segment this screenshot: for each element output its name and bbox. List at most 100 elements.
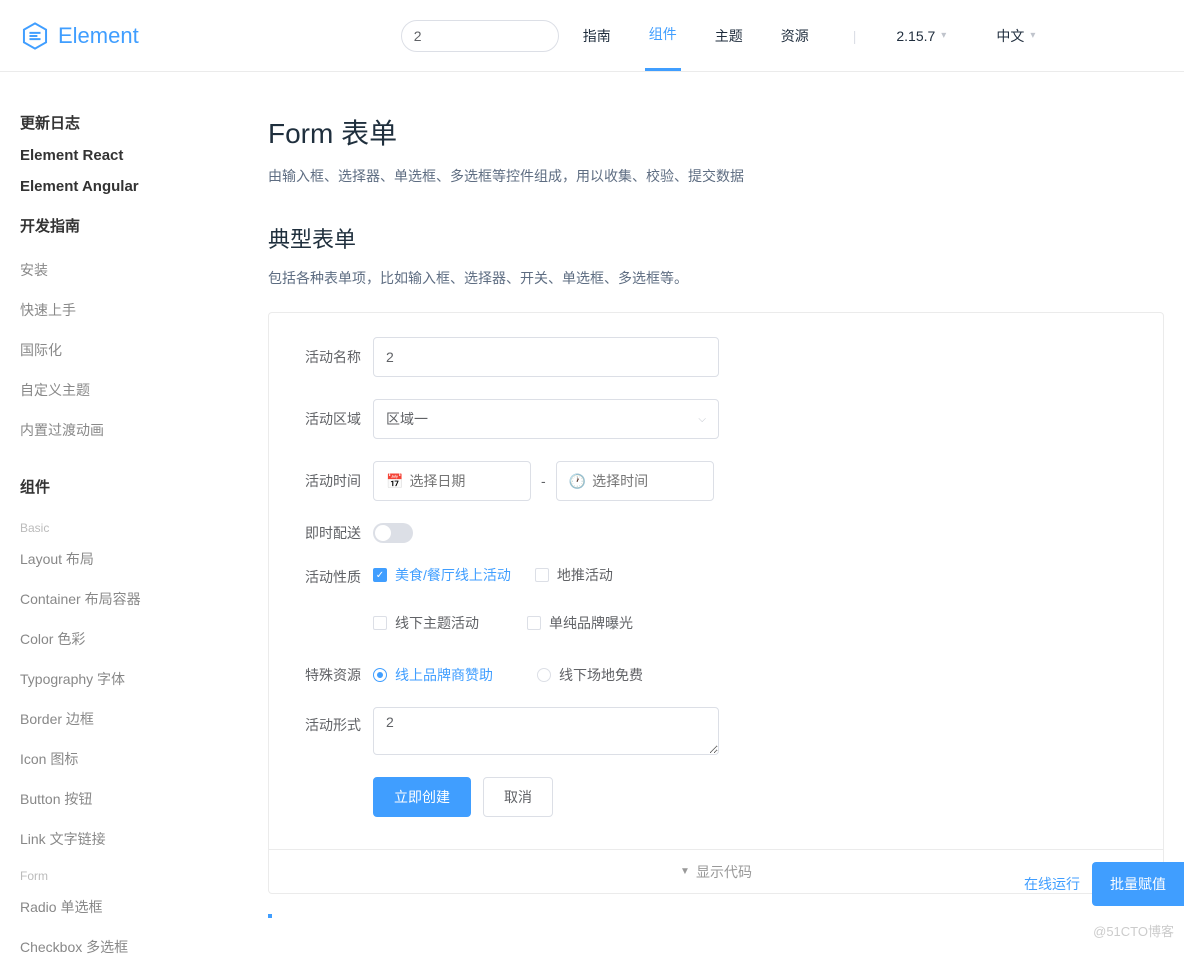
nav-component[interactable]: 组件 [645, 0, 681, 71]
nature-checkbox-4[interactable]: 单纯品牌曝光 [527, 613, 657, 633]
sidebar-item-changelog[interactable]: 更新日志 [20, 112, 268, 133]
nav-divider: | [853, 28, 857, 44]
nature-opt3-label: 线下主题活动 [395, 613, 479, 633]
version-dropdown[interactable]: 2.15.7 ▾ [896, 28, 946, 44]
nature-checkbox-1[interactable]: ✓ 美食/餐厅线上活动 [373, 565, 511, 585]
section-title: 典型表单 [268, 222, 1164, 254]
language-dropdown[interactable]: 中文 ▾ [996, 26, 1035, 46]
resource-radio-2[interactable]: 线下场地免费 [537, 665, 667, 685]
sidebar-item-link[interactable]: Link 文字链接 [20, 819, 268, 859]
region-select[interactable]: 区域一 ⌵ [373, 399, 719, 439]
demo-box: 活动名称 活动区域 区域一 ⌵ [268, 312, 1164, 894]
nav-theme[interactable]: 主题 [711, 2, 747, 70]
nav-guide[interactable]: 指南 [579, 2, 615, 70]
resource-radio-1[interactable]: 线上品牌商赞助 [373, 665, 503, 685]
section-desc: 包括各种表单项，比如输入框、选择器、开关、单选框、多选框等。 [268, 268, 1164, 288]
checkbox-icon [373, 616, 387, 630]
sidebar: 更新日志 Element React Element Angular 开发指南 … [20, 72, 268, 967]
container: 更新日志 Element React Element Angular 开发指南 … [0, 72, 1184, 967]
form-row-nature: 活动性质 ✓ 美食/餐厅线上活动 地推活动 [293, 565, 1139, 643]
checkbox-icon [527, 616, 541, 630]
nature-opt2-label: 地推活动 [557, 565, 613, 585]
sidebar-item-react[interactable]: Element React [20, 147, 268, 164]
language-label: 中文 [996, 26, 1024, 46]
time-label: 活动时间 [293, 471, 373, 491]
resource-opt2-label: 线下场地免费 [559, 665, 643, 685]
region-value: 区域一 [386, 409, 428, 429]
form-row-name: 活动名称 [293, 337, 1139, 377]
sidebar-item-color[interactable]: Color 色彩 [20, 619, 268, 659]
checkbox-icon [535, 568, 549, 582]
sidebar-section-devguide: 开发指南 [20, 215, 268, 236]
time-input[interactable] [592, 473, 773, 489]
chevron-down-icon: ▾ [1030, 30, 1035, 41]
show-code-label: 显示代码 [696, 862, 752, 882]
nature-label: 活动性质 [293, 565, 373, 587]
desc-textarea[interactable] [373, 707, 719, 755]
sidebar-item-layout[interactable]: Layout 布局 [20, 539, 268, 579]
watermark: @51CTO博客 [1093, 921, 1174, 940]
delivery-switch[interactable] [373, 523, 413, 543]
form-row-buttons: 立即创建 取消 [293, 777, 1139, 817]
sidebar-item-i18n[interactable]: 国际化 [20, 330, 268, 370]
sidebar-item-transition[interactable]: 内置过渡动画 [20, 410, 268, 450]
radio-icon [537, 668, 551, 682]
sidebar-group-form: Form [20, 859, 268, 887]
sidebar-item-typography[interactable]: Typography 字体 [20, 659, 268, 699]
nature-opt4-label: 单纯品牌曝光 [549, 613, 633, 633]
nature-checkbox-3[interactable]: 线下主题活动 [373, 613, 503, 633]
sidebar-item-radio[interactable]: Radio 单选框 [20, 887, 268, 927]
batch-assign-button[interactable]: 批量赋值 [1092, 862, 1184, 906]
date-separator: - [541, 473, 546, 489]
progress-indicator [268, 914, 272, 918]
sidebar-item-angular[interactable]: Element Angular [20, 178, 268, 195]
sidebar-item-quickstart[interactable]: 快速上手 [20, 290, 268, 330]
time-picker[interactable]: 🕐 [556, 461, 714, 501]
name-input-wrapper [373, 337, 719, 377]
cancel-button[interactable]: 取消 [483, 777, 553, 817]
submit-button[interactable]: 立即创建 [373, 777, 471, 817]
sidebar-item-button[interactable]: Button 按钮 [20, 779, 268, 819]
header: Element 指南 组件 主题 资源 | 2.15.7 ▾ 中文 ▾ [0, 0, 1184, 72]
radio-icon [373, 668, 387, 682]
element-logo-icon [20, 21, 50, 51]
search-input[interactable] [401, 20, 559, 52]
demo-body: 活动名称 活动区域 区域一 ⌵ [269, 313, 1163, 849]
resource-label: 特殊资源 [293, 665, 373, 685]
checkbox-icon: ✓ [373, 568, 387, 582]
chevron-down-icon: ⌵ [698, 414, 706, 425]
desc-label: 活动形式 [293, 707, 373, 735]
form-row-resource: 特殊资源 线上品牌商赞助 线下场地免费 [293, 665, 1139, 685]
nature-checkbox-2[interactable]: 地推活动 [535, 565, 665, 585]
page-title: Form 表单 [268, 112, 1164, 152]
form-row-delivery: 即时配送 [293, 523, 1139, 543]
resource-opt1-label: 线上品牌商赞助 [395, 665, 493, 685]
online-run-link[interactable]: 在线运行 [1024, 874, 1080, 894]
sidebar-item-icon[interactable]: Icon 图标 [20, 739, 268, 779]
sidebar-section-components: 组件 [20, 476, 268, 497]
name-input[interactable] [386, 349, 706, 365]
nav-resource[interactable]: 资源 [777, 2, 813, 70]
name-label: 活动名称 [293, 347, 373, 367]
sidebar-item-checkbox[interactable]: Checkbox 多选框 [20, 927, 268, 967]
logo-text: Element [58, 23, 139, 49]
clock-icon: 🕐 [569, 473, 586, 490]
version-label: 2.15.7 [896, 28, 935, 44]
logo[interactable]: Element [20, 21, 139, 51]
search-box [401, 20, 559, 52]
nature-opt1-label: 美食/餐厅线上活动 [395, 565, 511, 585]
main: Form 表单 由输入框、选择器、单选框、多选框等控件组成，用以收集、校验、提交… [268, 72, 1164, 967]
caret-down-icon: ▼ [680, 866, 690, 877]
sidebar-item-container[interactable]: Container 布局容器 [20, 579, 268, 619]
sidebar-item-border[interactable]: Border 边框 [20, 699, 268, 739]
date-picker[interactable]: 📅 [373, 461, 531, 501]
sidebar-item-install[interactable]: 安装 [20, 250, 268, 290]
form-row-time: 活动时间 📅 - 🕐 [293, 461, 1139, 501]
float-actions: 在线运行 批量赋值 [1024, 862, 1184, 906]
page-subtitle: 由输入框、选择器、单选框、多选框等控件组成，用以收集、校验、提交数据 [268, 166, 1164, 186]
delivery-label: 即时配送 [293, 523, 373, 543]
form-row-region: 活动区域 区域一 ⌵ [293, 399, 1139, 439]
calendar-icon: 📅 [386, 473, 403, 490]
sidebar-item-customtheme[interactable]: 自定义主题 [20, 370, 268, 410]
chevron-down-icon: ▾ [941, 30, 946, 41]
